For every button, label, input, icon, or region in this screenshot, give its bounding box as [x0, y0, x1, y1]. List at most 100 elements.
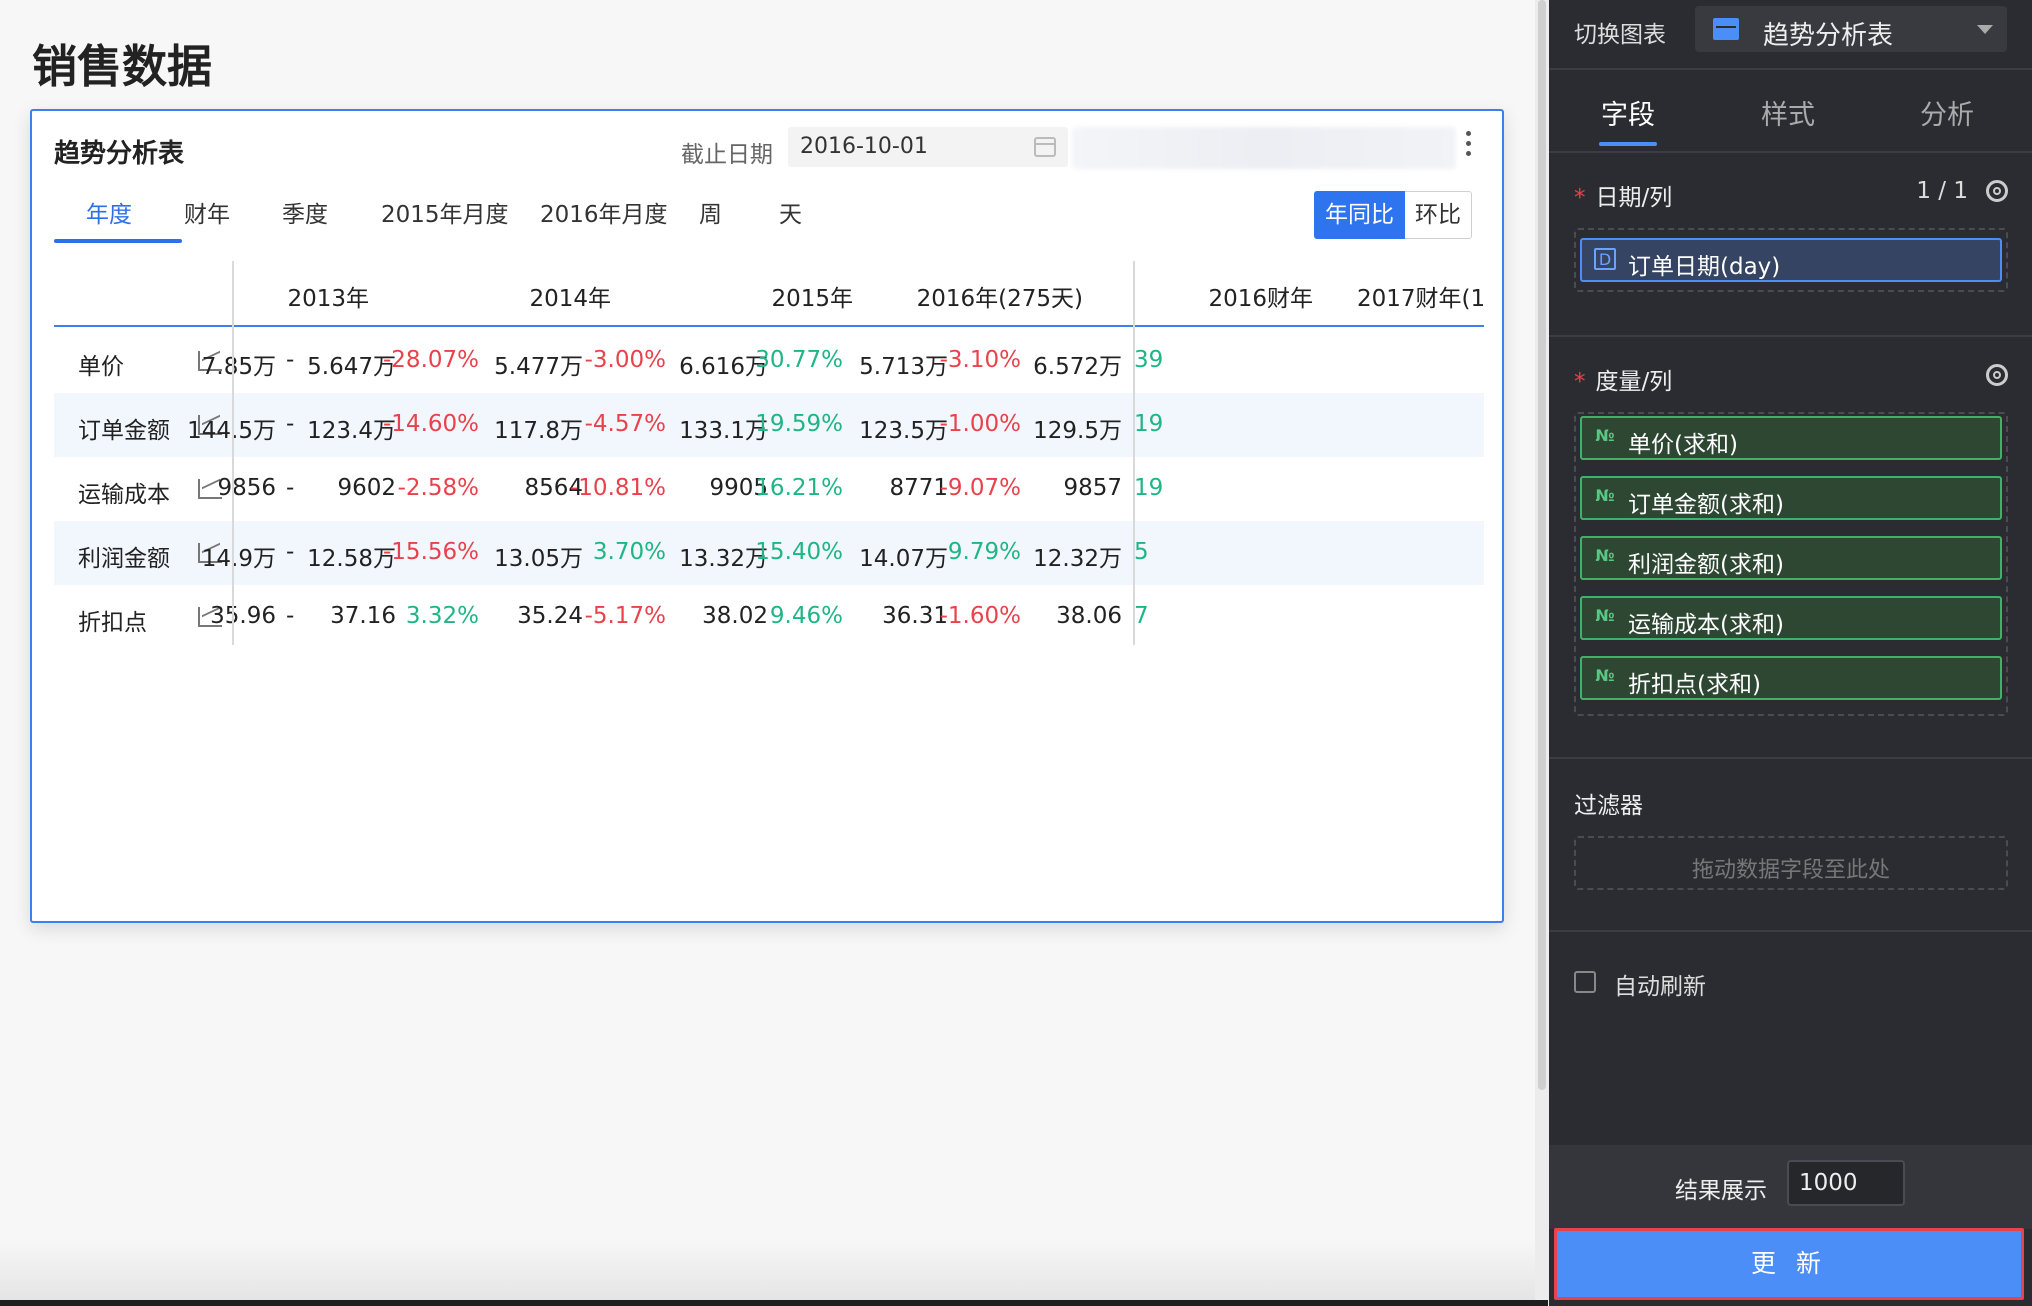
- cell-change: -9.07%: [939, 475, 1021, 501]
- cell-value: 14.07万: [859, 546, 948, 572]
- filter-drop-zone[interactable]: 拖动数据字段至此处: [1574, 836, 2008, 890]
- cell-value: 14.9万: [201, 546, 276, 572]
- cell-change: 16.21%: [755, 475, 843, 501]
- gear-icon[interactable]: [1986, 180, 2008, 202]
- measure-field-pill[interactable]: № 折扣点(求和): [1580, 656, 2002, 700]
- cell-change: -: [286, 603, 295, 629]
- tab-fields[interactable]: 字段: [1601, 93, 1655, 132]
- cell-value: 9602: [337, 475, 396, 501]
- main-canvas: 销售数据 趋势分析表 截止日期 2016-10-01 年度 财年 季度 2015…: [0, 0, 1535, 1306]
- table-row: 运输成本 9856-9602 -2.58% 8564 -10.81% 9905 16.21%…: [54, 457, 1484, 521]
- auto-refresh-label: 自动刷新: [1614, 974, 1706, 1000]
- cell-change: -: [286, 411, 295, 437]
- page-title: 销售数据: [32, 40, 213, 93]
- compare-toggle: 年同比 环比: [1314, 191, 1472, 239]
- date-section-title: * 日期/列: [1574, 185, 1673, 211]
- cell-value: 12.32万: [1033, 546, 1122, 572]
- result-count-input[interactable]: 1000: [1787, 1160, 1905, 1206]
- chart-type-icon: [1713, 18, 1739, 40]
- cell-change: 7: [1134, 603, 1149, 629]
- table-row: 折扣点 35.96- 37.16 3.32% 35.24 -5.17% 38.02 9.46%…: [54, 585, 1484, 649]
- tab-analysis[interactable]: 分析: [1920, 93, 1974, 132]
- active-panel-tab-indicator: [1599, 142, 1657, 146]
- gear-icon[interactable]: [1986, 364, 2008, 386]
- update-button[interactable]: 更 新: [1554, 1228, 2024, 1300]
- table-row: 利润金额 14.9万 -12.58万 -15.56% 13.05万 3.70% 13.32万…: [54, 521, 1484, 585]
- number-field-icon: №: [1595, 486, 1615, 505]
- cell-change: -28.07%: [383, 347, 479, 373]
- date-drop-zone[interactable]: D 订单日期(day): [1574, 228, 2008, 292]
- cell-change: 39: [1134, 347, 1164, 373]
- cutoff-date-picker[interactable]: 2016-10-01: [788, 127, 1068, 167]
- cell-change: -1.60%: [939, 603, 1021, 629]
- chart-type-select[interactable]: 趋势分析表: [1695, 6, 2007, 52]
- column-header: 2016财年: [1208, 286, 1313, 312]
- cell-change: -2.58%: [397, 475, 479, 501]
- vertical-scrollbar[interactable]: [1535, 0, 1549, 1306]
- measure-field-label: 运输成本(求和): [1628, 612, 1784, 638]
- row-label: 单价: [78, 354, 124, 380]
- tab-day[interactable]: 天: [779, 195, 802, 229]
- auto-refresh-checkbox[interactable]: [1574, 971, 1596, 993]
- tab-year[interactable]: 年度: [86, 195, 132, 229]
- cell-change: -: [286, 539, 295, 565]
- tab-fiscal-year[interactable]: 财年: [184, 195, 230, 229]
- column-divider: [232, 261, 234, 645]
- cell-value: 5.713万: [859, 354, 948, 380]
- measure-field-pill[interactable]: № 运输成本(求和): [1580, 596, 2002, 640]
- row-label: 订单金额: [78, 418, 170, 444]
- measure-field-label: 折扣点(求和): [1628, 672, 1761, 698]
- column-header: 2015年: [771, 286, 853, 312]
- measure-section-title: * 度量/列: [1574, 369, 1673, 395]
- number-field-icon: №: [1595, 606, 1615, 625]
- yoy-button[interactable]: 年同比: [1314, 191, 1405, 239]
- bottom-edge: [0, 1300, 1548, 1306]
- cell-change: -: [286, 347, 295, 373]
- date-field-pill[interactable]: D 订单日期(day): [1580, 238, 2002, 282]
- number-field-icon: №: [1595, 426, 1615, 445]
- measure-drop-zone[interactable]: № 单价(求和) № 订单金额(求和) № 利润金额(求和) № 运输成本(求和) № 折扣点(求…: [1574, 412, 2008, 716]
- switch-chart-label: 切换图表: [1574, 22, 1666, 48]
- measure-field-pill[interactable]: № 订单金额(求和): [1580, 476, 2002, 520]
- tab-2015-monthly[interactable]: 2015年月度: [381, 195, 509, 229]
- column-header: 2016年(275天): [916, 286, 1083, 312]
- tab-week[interactable]: 周: [699, 195, 722, 229]
- cell-value: 35.24: [517, 603, 583, 629]
- row-label: 折扣点: [78, 610, 147, 636]
- table-row: 单价 7.85万 -5.647万 -28.07% 5.477万 -3.00% 6.616万 3…: [54, 329, 1484, 393]
- cell-value: 38.02: [702, 603, 768, 629]
- cell-change: -3.00%: [584, 347, 666, 373]
- cell-value: 38.06: [1056, 603, 1122, 629]
- cell-change: -3.10%: [939, 347, 1021, 373]
- scrollbar-thumb[interactable]: [1538, 0, 1546, 1090]
- cell-value: 123.5万: [859, 418, 948, 444]
- config-panel: 切换图表 趋势分析表 字段 样式 分析 * 日期/列 1 / 1 D 订单日期(d…: [1549, 0, 2032, 1306]
- column-divider: [1133, 261, 1135, 645]
- cell-change: 3.70%: [592, 539, 666, 565]
- divider: [1549, 335, 2032, 337]
- cell-value: 6.572万: [1033, 354, 1122, 380]
- number-field-icon: №: [1595, 546, 1615, 565]
- cell-change: -14.60%: [383, 411, 479, 437]
- cell-value: 13.05万: [494, 546, 583, 572]
- cell-value: 7.85万: [201, 354, 276, 380]
- cell-change: 3.32%: [405, 603, 479, 629]
- bottom-shadow: [0, 1240, 1535, 1306]
- more-icon[interactable]: [1461, 131, 1475, 161]
- trend-analysis-card[interactable]: 趋势分析表 截止日期 2016-10-01 年度 财年 季度 2015年月度 2…: [30, 109, 1504, 923]
- blurred-region: [1072, 127, 1456, 169]
- calendar-icon[interactable]: [1034, 137, 1056, 157]
- chart-type-value: 趋势分析表: [1763, 21, 1894, 51]
- column-header: 2017财年(1: [1357, 286, 1486, 312]
- cell-change: -4.57%: [584, 411, 666, 437]
- tab-quarter[interactable]: 季度: [282, 195, 328, 229]
- tab-style[interactable]: 样式: [1761, 93, 1815, 132]
- cell-change: 19: [1134, 475, 1164, 501]
- tab-2016-monthly[interactable]: 2016年月度: [540, 195, 668, 229]
- measure-field-label: 利润金额(求和): [1628, 552, 1784, 578]
- measure-field-pill[interactable]: № 利润金额(求和): [1580, 536, 2002, 580]
- active-tab-indicator: [54, 239, 182, 243]
- date-field-label: 订单日期(day): [1628, 254, 1781, 280]
- mom-button[interactable]: 环比: [1405, 191, 1472, 239]
- measure-field-pill[interactable]: № 单价(求和): [1580, 416, 2002, 460]
